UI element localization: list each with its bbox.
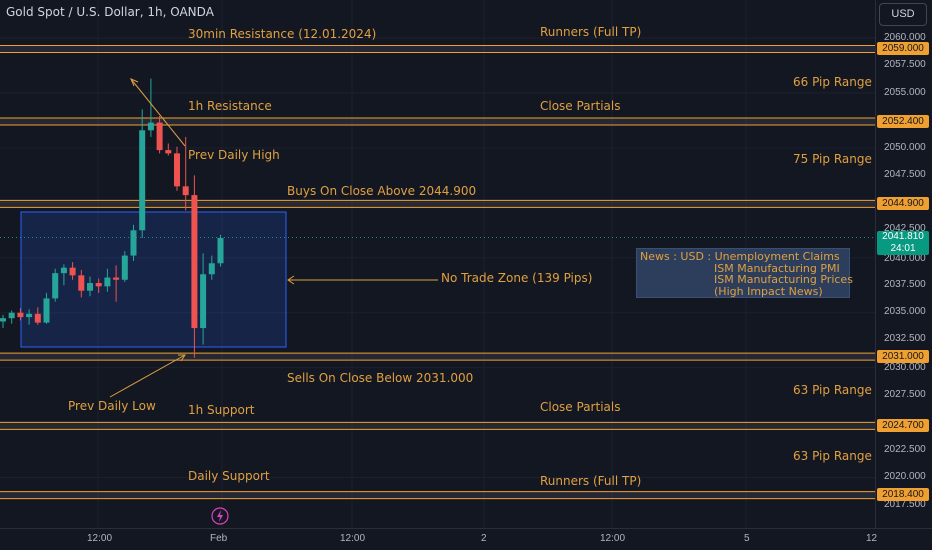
range-63-a-label: 63 Pip Range xyxy=(793,383,872,397)
currency-button[interactable]: USD xyxy=(879,3,927,26)
chart-title: Gold Spot / U.S. Dollar, 1h, OANDA xyxy=(6,5,214,19)
candle-body xyxy=(78,275,85,291)
price-tick: 2047.500 xyxy=(884,169,926,180)
price-tick: 2030.000 xyxy=(884,362,926,373)
level-badge: 2044.900 xyxy=(877,197,929,210)
candle-body xyxy=(43,298,50,323)
time-tick: 2 xyxy=(481,533,487,544)
support-1h-label: 1h Support xyxy=(188,403,255,417)
range-63-b-label: 63 Pip Range xyxy=(793,449,872,463)
current-price-value: 2041.810 xyxy=(882,231,924,242)
level-badge: 2024.700 xyxy=(877,419,929,432)
time-tick: 12:00 xyxy=(340,533,366,544)
time-tick: 12:00 xyxy=(600,533,626,544)
candle-body xyxy=(130,230,137,256)
prev-daily-low-label: Prev Daily Low xyxy=(68,399,156,413)
candle-body xyxy=(8,312,15,319)
level-band xyxy=(0,44,875,53)
level-badge: 2018.400 xyxy=(877,488,929,501)
news-box: News : USD : Unemployment Claims ISM Man… xyxy=(636,248,853,298)
time-tick: 5 xyxy=(744,533,750,544)
candle-body xyxy=(156,122,163,151)
price-tick: 2055.000 xyxy=(884,87,926,98)
level-band xyxy=(0,421,875,430)
range-75-label: 75 Pip Range xyxy=(793,152,872,166)
price-tick: 2035.000 xyxy=(884,306,926,317)
candle-body xyxy=(121,255,128,280)
level-band xyxy=(0,199,875,208)
sells-label: Sells On Close Below 2031.000 xyxy=(287,371,474,385)
candle-body xyxy=(139,130,146,231)
candle-body xyxy=(95,283,102,287)
level-badge: 2031.000 xyxy=(877,350,929,363)
news-line: (High Impact News) xyxy=(714,284,823,298)
runners-bottom-label: Runners (Full TP) xyxy=(540,474,642,488)
candle-body xyxy=(34,313,41,323)
lightning-icon[interactable] xyxy=(211,507,229,525)
candle-body xyxy=(52,273,59,299)
candle-body xyxy=(208,263,215,275)
candle-body xyxy=(174,153,180,187)
price-tick: 2027.500 xyxy=(884,389,926,400)
price-tick: 2032.500 xyxy=(884,333,926,344)
candle-body xyxy=(191,195,198,329)
news-line: News : USD : Unemployment Claims xyxy=(640,250,840,263)
level-band xyxy=(0,491,875,500)
candle-body xyxy=(147,122,154,131)
candle-body xyxy=(165,150,172,154)
no-trade-zone-box xyxy=(20,211,287,348)
candle-body xyxy=(217,237,224,264)
runners-top-label: Runners (Full TP) xyxy=(540,25,642,39)
resistance-30min-label: 30min Resistance (12.01.2024) xyxy=(188,27,377,41)
time-tick: 12:00 xyxy=(87,533,113,544)
bar-countdown: 24:01 xyxy=(890,243,916,254)
level-band xyxy=(0,117,875,126)
range-66-label: 66 Pip Range xyxy=(793,75,872,89)
time-tick: Feb xyxy=(210,533,228,544)
candle-body xyxy=(26,313,33,318)
candle-body xyxy=(0,318,6,322)
price-tick: 2057.500 xyxy=(884,59,926,70)
candle-body xyxy=(182,186,189,196)
current-price-badge: 2041.810 24:01 xyxy=(877,231,929,255)
candle-body xyxy=(17,312,24,318)
price-tick: 2020.000 xyxy=(884,471,926,482)
buys-label: Buys On Close Above 2044.900 xyxy=(287,184,477,198)
news-line: ISM Manufacturing Prices xyxy=(714,273,853,286)
candle-body xyxy=(60,267,67,274)
candle-body xyxy=(113,277,120,280)
price-tick: 2050.000 xyxy=(884,142,926,153)
no-trade-zone-label: No Trade Zone (139 Pips) xyxy=(441,271,593,285)
price-tick: 2022.500 xyxy=(884,444,926,455)
candle-body xyxy=(104,277,111,287)
candle-body xyxy=(69,267,76,276)
candle-body xyxy=(87,283,93,291)
prev-daily-low-arrow xyxy=(109,354,186,398)
daily-support-label: Daily Support xyxy=(188,469,270,483)
close-partials-bottom-label: Close Partials xyxy=(540,400,621,414)
close-partials-top-label: Close Partials xyxy=(540,99,621,113)
resistance-1h-label: 1h Resistance xyxy=(188,99,272,113)
level-badge: 2059.000 xyxy=(877,42,929,55)
level-band xyxy=(0,352,875,361)
price-tick: 2037.500 xyxy=(884,279,926,290)
level-badge: 2052.400 xyxy=(877,115,929,128)
candle-body xyxy=(200,274,207,329)
prev-daily-high-label: Prev Daily High xyxy=(188,148,280,162)
time-tick: 12 xyxy=(866,533,878,544)
